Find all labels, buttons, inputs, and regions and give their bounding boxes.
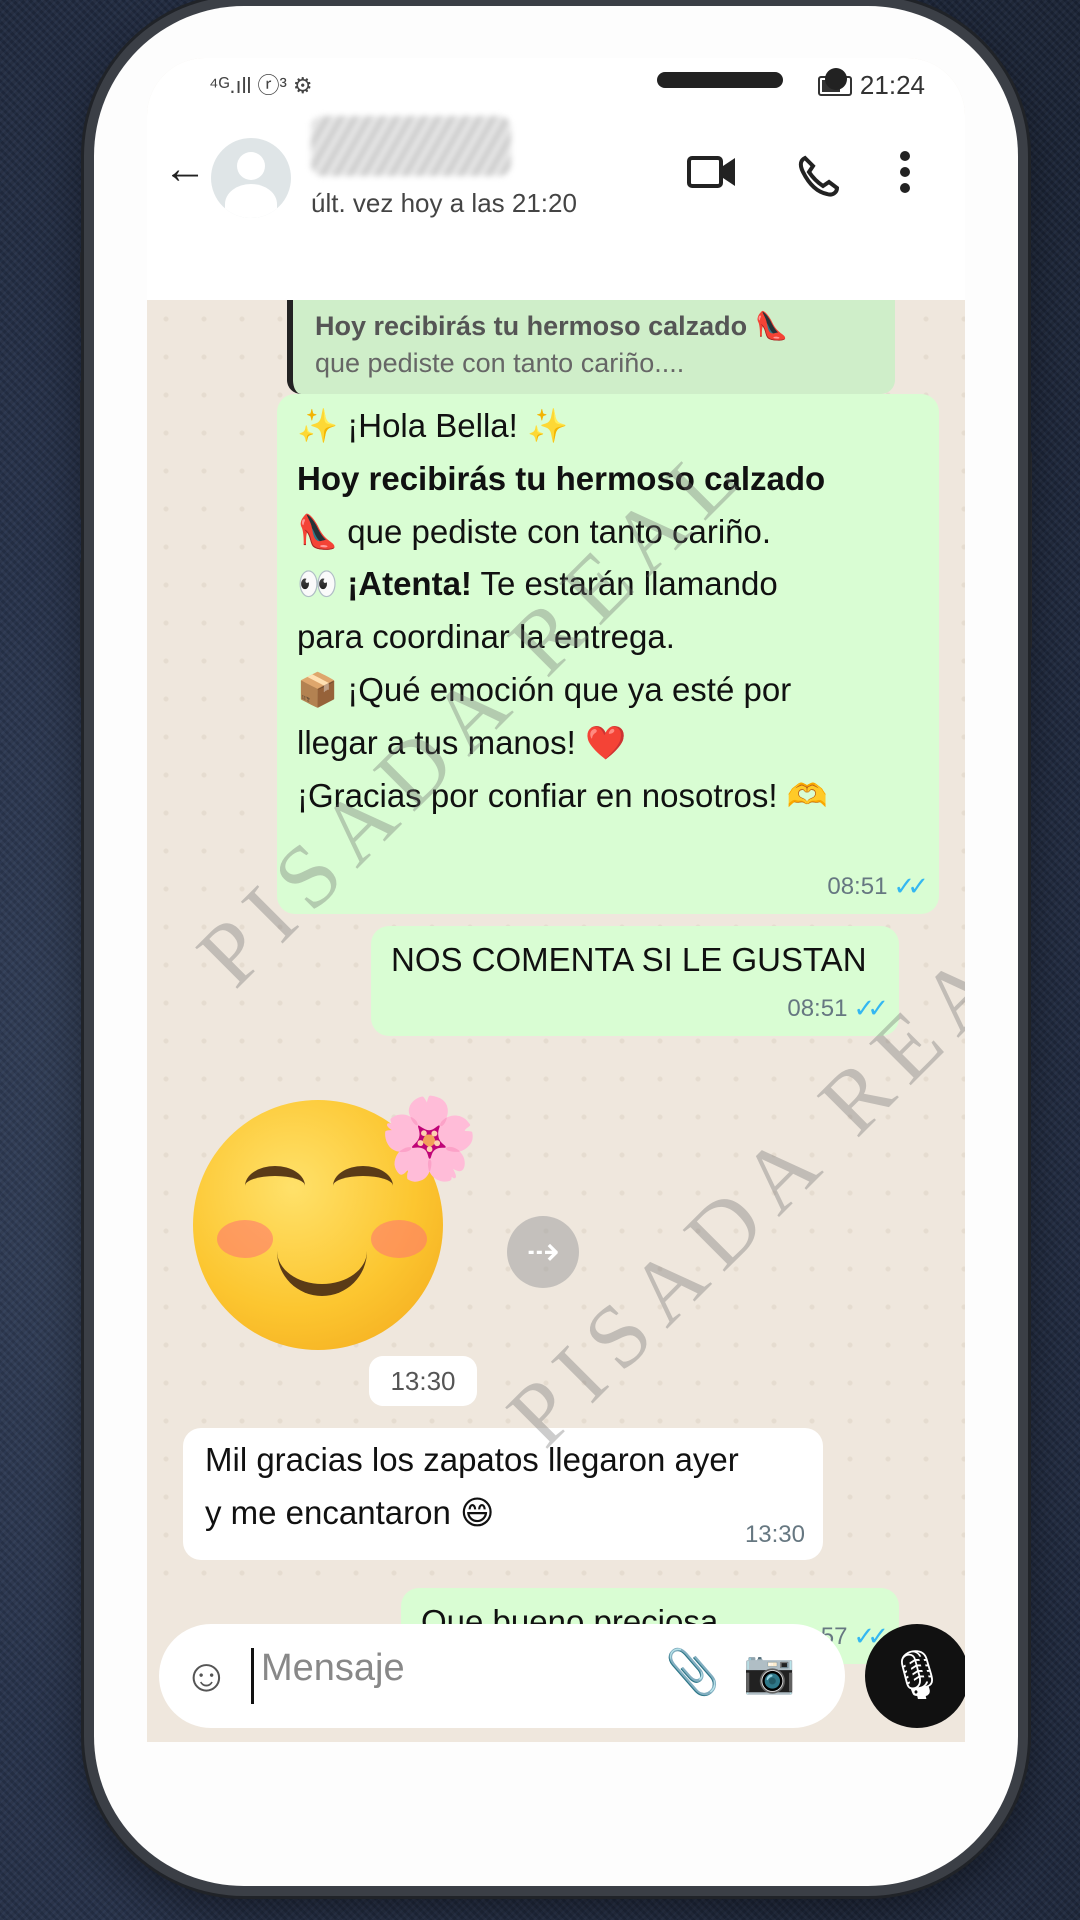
message-input-bar[interactable]: ☺ 📎 📷 [159, 1624, 845, 1728]
power-button [1022, 450, 1032, 650]
sticker-blush [217, 1220, 273, 1258]
sticker-blush [371, 1220, 427, 1258]
time-divider: 13:30 [369, 1356, 477, 1406]
sticker-eye [245, 1166, 305, 1206]
last-seen-status: últ. vez hoy a las 21:20 [311, 188, 577, 218]
message-time: 08:51 [827, 873, 888, 900]
volume-down-button [80, 380, 90, 520]
message-text: NOS COMENTA SI LE GUSTAN [391, 941, 867, 978]
video-call-icon[interactable] [687, 154, 737, 200]
phone-screen: ⁴ᴳ.ıll ⓡ³ ⚙ 21:24 ← últ. vez hoy a las 2… [147, 58, 965, 1742]
double-check-icon: ✓✓ [893, 871, 928, 902]
text-cursor [251, 1648, 254, 1704]
message-line: y me encantaron 😄 [205, 1493, 495, 1531]
sticker-smiling-face[interactable]: 🌸 [193, 1088, 479, 1350]
message-meta: 13:30 [745, 1516, 805, 1554]
phone-icon[interactable] [797, 154, 841, 208]
message-time: 13:30 [744, 1520, 805, 1548]
message-bold: ¡Atenta! [347, 565, 472, 603]
message-bubble-outgoing[interactable]: NOS COMENTA SI LE GUSTAN 08:51 ✓✓ [371, 926, 899, 1036]
message-input[interactable] [259, 1646, 563, 1691]
contact-avatar[interactable] [211, 138, 291, 218]
status-time: 21:24 [859, 70, 925, 100]
message-text: Mil gracias los zapatos llegaron ayer y … [205, 1434, 739, 1540]
network-status-icons: ⁴ᴳ.ıll ⓡ³ ⚙ [209, 73, 313, 98]
eyes-emoji: 👀 [297, 565, 348, 603]
message-line: ✨ ¡Hola Bella! ✨ [297, 407, 569, 444]
quoted-message[interactable]: Hoy recibirás tu hermoso calzado 👠 que p… [287, 300, 895, 394]
more-vert-icon[interactable] [899, 150, 911, 204]
chat-area[interactable]: Hoy recibirás tu hermoso calzado 👠 que p… [147, 300, 965, 1664]
message-time: 08:51 [787, 995, 848, 1022]
message-bubble-incoming[interactable]: Mil gracias los zapatos llegaron ayer y … [183, 1428, 823, 1560]
volume-up-button [80, 250, 90, 330]
paperclip-icon[interactable]: 📎 [665, 1646, 720, 1698]
camera-notch [317, 58, 847, 118]
earpiece [657, 72, 783, 88]
flower-icon: 🌸 [379, 1094, 479, 1183]
front-camera [825, 68, 847, 90]
avatar-body [225, 184, 277, 218]
side-key [80, 560, 90, 700]
quote-subtitle: que pediste con tanto cariño.... [315, 348, 685, 378]
message-line: Mil gracias los zapatos llegaron ayer [205, 1441, 739, 1478]
quote-title: Hoy recibirás tu hermoso calzado 👠 [315, 311, 789, 341]
camera-icon[interactable]: 📷 [743, 1648, 795, 1697]
contact-name-redacted[interactable] [311, 116, 511, 176]
avatar-head [237, 152, 265, 180]
forward-icon[interactable]: ⇢ [507, 1216, 579, 1288]
sticker-icon[interactable]: ☺ [183, 1648, 230, 1702]
back-arrow-icon[interactable]: ← [163, 144, 207, 194]
message-meta: 08:51 ✓✓ [827, 866, 929, 908]
mic-icon[interactable]: 🎙 [865, 1624, 965, 1728]
